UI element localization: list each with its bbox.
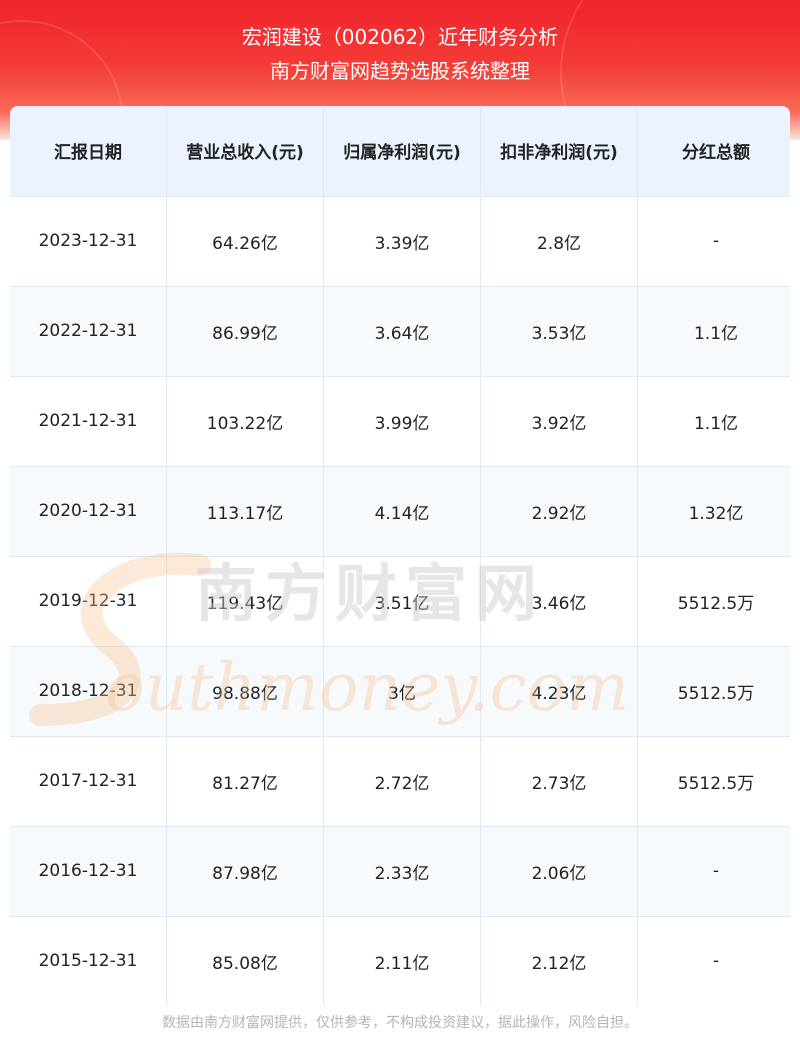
cell-date: 2023-12-31 <box>10 196 167 287</box>
cell-dividend: - <box>637 826 790 917</box>
cell-net-profit: 3亿 <box>323 646 481 737</box>
column-header-date: 汇报日期 <box>10 106 167 197</box>
table-row: 2017-12-31 81.27亿 2.72亿 2.73亿 5512.5万 <box>10 736 790 827</box>
cell-deducted-profit: 2.92亿 <box>480 466 638 557</box>
cell-deducted-profit: 2.8亿 <box>480 196 638 287</box>
cell-deducted-profit: 3.92亿 <box>480 376 638 467</box>
cell-revenue: 87.98亿 <box>166 826 324 917</box>
table-row: 2016-12-31 87.98亿 2.33亿 2.06亿 - <box>10 826 790 917</box>
cell-deducted-profit: 3.46亿 <box>480 556 638 647</box>
cell-deducted-profit: 3.53亿 <box>480 286 638 377</box>
column-header-deducted-profit: 扣非净利润(元) <box>480 106 638 197</box>
cell-net-profit: 2.33亿 <box>323 826 481 917</box>
cell-deducted-profit: 2.73亿 <box>480 736 638 827</box>
page-subtitle: 南方财富网趋势选股系统整理 <box>270 59 530 83</box>
cell-net-profit: 4.14亿 <box>323 466 481 557</box>
table-row: 2018-12-31 98.88亿 3亿 4.23亿 5512.5万 <box>10 646 790 737</box>
table-row: 2022-12-31 86.99亿 3.64亿 3.53亿 1.1亿 <box>10 286 790 377</box>
cell-net-profit: 3.39亿 <box>323 196 481 287</box>
cell-dividend: - <box>637 916 790 1005</box>
cell-revenue: 85.08亿 <box>166 916 324 1005</box>
cell-date: 2021-12-31 <box>10 376 167 467</box>
cell-date: 2019-12-31 <box>10 556 167 647</box>
cell-date: 2022-12-31 <box>10 286 167 377</box>
financial-table-card: 汇报日期 营业总收入(元) 归属净利润(元) 扣非净利润(元) 分红总额 202… <box>10 106 790 1005</box>
cell-revenue: 119.43亿 <box>166 556 324 647</box>
cell-date: 2016-12-31 <box>10 826 167 917</box>
table-row: 2023-12-31 64.26亿 3.39亿 2.8亿 - <box>10 196 790 287</box>
cell-revenue: 98.88亿 <box>166 646 324 737</box>
column-header-net-profit: 归属净利润(元) <box>323 106 481 197</box>
page-title: 宏润建设（002062）近年财务分析 <box>241 25 559 49</box>
table-row: 2019-12-31 119.43亿 3.51亿 3.46亿 5512.5万 <box>10 556 790 647</box>
table-row: 2021-12-31 103.22亿 3.99亿 3.92亿 1.1亿 <box>10 376 790 467</box>
financial-table: 汇报日期 营业总收入(元) 归属净利润(元) 扣非净利润(元) 分红总额 202… <box>10 106 790 1005</box>
cell-dividend: 1.1亿 <box>637 376 790 467</box>
cell-net-profit: 3.99亿 <box>323 376 481 467</box>
cell-net-profit: 2.11亿 <box>323 916 481 1005</box>
footer-disclaimer: 数据由南方财富网提供，仅供参考，不构成投资建议，据此操作，风险自担。 <box>162 1015 638 1031</box>
cell-deducted-profit: 2.06亿 <box>480 826 638 917</box>
cell-dividend: - <box>637 196 790 287</box>
cell-date: 2015-12-31 <box>10 916 167 1005</box>
cell-revenue: 81.27亿 <box>166 736 324 827</box>
cell-revenue: 86.99亿 <box>166 286 324 377</box>
column-header-revenue: 营业总收入(元) <box>166 106 324 197</box>
cell-dividend: 5512.5万 <box>637 556 790 647</box>
column-header-dividend: 分红总额 <box>637 106 790 197</box>
cell-dividend: 5512.5万 <box>637 646 790 737</box>
table-row: 2020-12-31 113.17亿 4.14亿 2.92亿 1.32亿 <box>10 466 790 557</box>
cell-deducted-profit: 4.23亿 <box>480 646 638 737</box>
cell-date: 2020-12-31 <box>10 466 167 557</box>
cell-net-profit: 2.72亿 <box>323 736 481 827</box>
cell-revenue: 113.17亿 <box>166 466 324 557</box>
cell-date: 2017-12-31 <box>10 736 167 827</box>
cell-date: 2018-12-31 <box>10 646 167 737</box>
cell-revenue: 64.26亿 <box>166 196 324 287</box>
table-row: 2015-12-31 85.08亿 2.11亿 2.12亿 - <box>10 916 790 1005</box>
cell-net-profit: 3.64亿 <box>323 286 481 377</box>
cell-dividend: 1.32亿 <box>637 466 790 557</box>
cell-dividend: 5512.5万 <box>637 736 790 827</box>
table-header-row: 汇报日期 营业总收入(元) 归属净利润(元) 扣非净利润(元) 分红总额 <box>10 106 790 197</box>
cell-revenue: 103.22亿 <box>166 376 324 467</box>
cell-net-profit: 3.51亿 <box>323 556 481 647</box>
cell-deducted-profit: 2.12亿 <box>480 916 638 1005</box>
cell-dividend: 1.1亿 <box>637 286 790 377</box>
